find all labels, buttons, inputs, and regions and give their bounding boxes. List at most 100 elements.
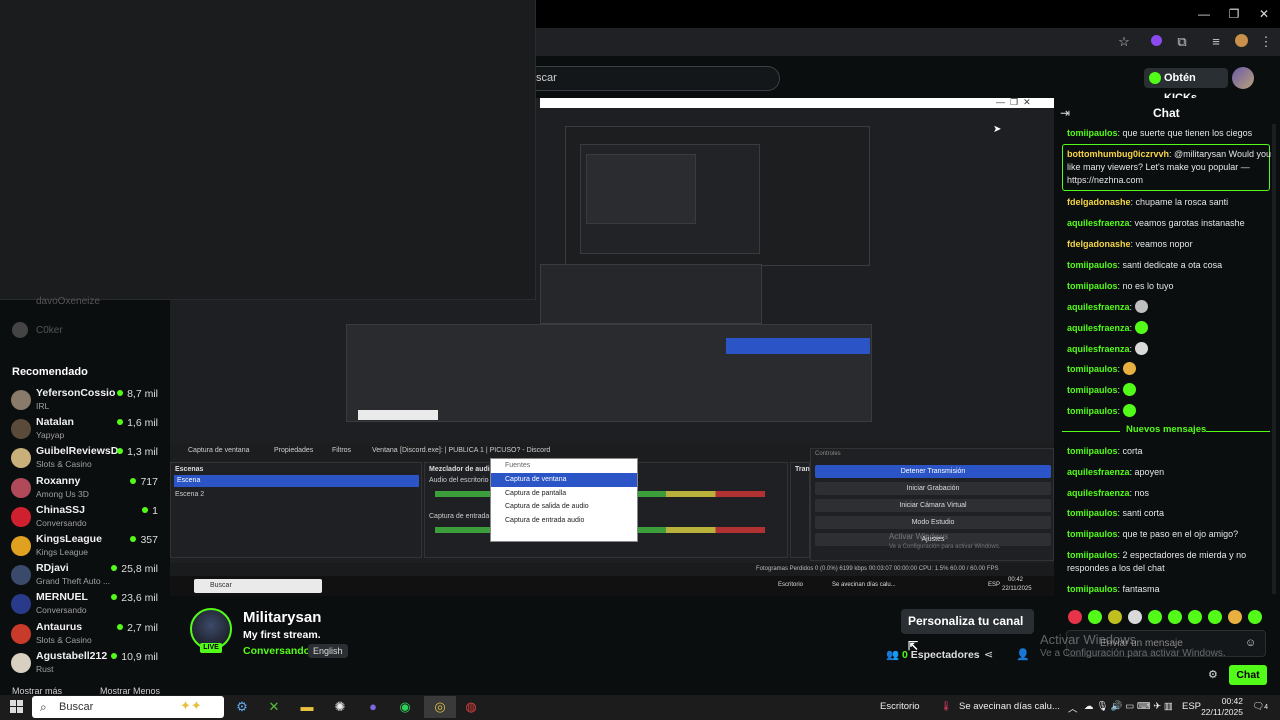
- chat-separator: :: [1129, 302, 1135, 312]
- close-button[interactable]: ✕: [1254, 6, 1274, 22]
- sidebar-channel-item[interactable]: ChinaSSJ Conversando 1: [0, 504, 170, 533]
- restore-button[interactable]: ❐: [1224, 6, 1244, 22]
- streamer-name[interactable]: Militarysan: [243, 609, 321, 626]
- chat-username[interactable]: tomiipaulos: [1067, 260, 1118, 270]
- get-kicks-button[interactable]: Obtén KICKs: [1144, 68, 1228, 104]
- sidebar-faded-item-1[interactable]: davoOxeneize: [36, 296, 100, 307]
- file-explorer-icon[interactable]: ▬: [298, 699, 316, 715]
- chat-username[interactable]: aquilesfraenza: [1067, 344, 1130, 354]
- sidebar-channel-item[interactable]: Agustabell212 Rust 10,9 mil: [0, 650, 170, 679]
- profile-avatar-icon[interactable]: [1233, 34, 1249, 50]
- chat-username[interactable]: aquilesfraenza: [1067, 302, 1130, 312]
- extension-purple-icon[interactable]: [1148, 34, 1164, 50]
- chat-username[interactable]: tomiipaulos: [1067, 385, 1118, 395]
- add-user-icon[interactable]: 👤: [1016, 648, 1030, 661]
- whatsapp-icon[interactable]: ◉: [396, 699, 414, 715]
- sidebar-channel-item[interactable]: Natalan Yapyap 1,6 mil: [0, 416, 170, 445]
- sidebar-channel-item[interactable]: KingsLeague Kings League 357: [0, 533, 170, 562]
- chat-username[interactable]: tomiipaulos: [1067, 364, 1118, 374]
- chat-username[interactable]: tomiipaulos: [1067, 508, 1118, 518]
- tray-icons[interactable]: ☁ 🎙 🔊 ▭ ⌨ ✈ ▥: [1084, 701, 1173, 712]
- search-input-text: scar: [536, 72, 557, 84]
- collapse-chat-icon[interactable]: ⇥: [1060, 106, 1070, 120]
- emote-icon[interactable]: [1148, 610, 1162, 624]
- notifications-icon[interactable]: 🗨4: [1252, 701, 1268, 712]
- channel-viewers-value: 25,8 mil: [121, 563, 158, 576]
- sidebar-channel-item[interactable]: Roxanny Among Us 3D 717: [0, 475, 170, 504]
- obs-tab-window: Ventana: [372, 447, 398, 454]
- obs-taskbar-icon[interactable]: ◍: [462, 699, 480, 715]
- chat-username[interactable]: aquilesfraenza: [1067, 218, 1130, 228]
- emote-icon[interactable]: [1068, 610, 1082, 624]
- minimize-button[interactable]: —: [1194, 6, 1214, 22]
- taskbar-search-placeholder: Buscar: [59, 701, 94, 713]
- channel-name: RDjavi: [36, 562, 69, 575]
- channel-name: Roxanny: [36, 474, 81, 487]
- discord-icon[interactable]: ●: [364, 699, 382, 715]
- sidebar-channel-item[interactable]: GuibelReviewsD... Slots & Casino 1,3 mil: [0, 445, 170, 474]
- sidebar-faded-item-2[interactable]: C0ker: [36, 325, 63, 336]
- chrome-menu-icon[interactable]: ⋮: [1258, 34, 1274, 50]
- chrome-taskbar-icon[interactable]: ◎: [424, 696, 456, 718]
- sidebar-channel-item[interactable]: RDjavi Grand Theft Auto ... 25,8 mil: [0, 562, 170, 591]
- preview-blue-bar: [726, 338, 870, 354]
- steam-icon[interactable]: ⚙: [233, 699, 251, 715]
- chat-username[interactable]: bottomhumbug0iczrvvh: [1067, 149, 1169, 159]
- chat-username[interactable]: aquilesfraenza: [1067, 323, 1130, 333]
- media-icon[interactable]: ≡: [1208, 34, 1224, 50]
- obs-mixer-header: Mezclador de audio: [429, 466, 494, 473]
- chat-username[interactable]: fdelgadonashe: [1067, 197, 1131, 207]
- obs-scenes-panel: Escenas Escena Escena 2: [170, 462, 422, 558]
- obs-tab-properties: Propiedades: [274, 447, 314, 454]
- sidebar-channel-item[interactable]: MERNUEL Conversando 23,6 mil: [0, 591, 170, 620]
- chat-send-button[interactable]: Chat: [1229, 665, 1267, 685]
- emote-icon[interactable]: [1168, 610, 1182, 624]
- emote-icon[interactable]: [1188, 610, 1202, 624]
- chat-username[interactable]: fdelgadonashe: [1067, 239, 1131, 249]
- emote-icon[interactable]: [1228, 610, 1242, 624]
- divider-line-right: [1206, 431, 1270, 432]
- emote-icon[interactable]: [1248, 610, 1262, 624]
- chat-username[interactable]: tomiipaulos: [1067, 406, 1118, 416]
- chat-username[interactable]: tomiipaulos: [1067, 529, 1118, 539]
- extensions-puzzle-icon[interactable]: ⧉: [1174, 34, 1190, 50]
- share-icon[interactable]: ⋖: [984, 648, 993, 661]
- inner-taskbar: Buscar Escritorio Se avecinan días calu.…: [170, 576, 1054, 596]
- stream-language-tag[interactable]: English: [308, 644, 348, 658]
- tray-chevron-icon[interactable]: ︿: [1068, 701, 1078, 715]
- chat-settings-icon[interactable]: ⚙: [1208, 668, 1218, 681]
- chat-username[interactable]: tomiipaulos: [1067, 550, 1118, 560]
- chat-username[interactable]: tomiipaulos: [1067, 446, 1118, 456]
- live-dot-icon: [142, 506, 149, 513]
- bookmark-star-icon[interactable]: ☆: [1116, 34, 1132, 50]
- chat-username[interactable]: tomiipaulos: [1067, 128, 1118, 138]
- obs-scene-2: Escena 2: [175, 491, 205, 498]
- channel-viewers-value: 1: [152, 504, 158, 517]
- chat-emote-icon: [1134, 321, 1148, 334]
- chat-username[interactable]: tomiipaulos: [1067, 584, 1118, 594]
- emote-icon[interactable]: [1128, 610, 1142, 624]
- chat-scrollbar[interactable]: [1272, 124, 1276, 594]
- emote-icon[interactable]: [1208, 610, 1222, 624]
- sidebar-channel-item[interactable]: Antaurus Slots & Casino 2,7 mil: [0, 621, 170, 650]
- xbox-icon[interactable]: ✕: [265, 699, 283, 715]
- emote-icon[interactable]: [1108, 610, 1122, 624]
- emoji-icon[interactable]: ☺: [1245, 637, 1256, 649]
- chat-message: fdelgadonashe: veamos nopor: [1067, 238, 1273, 251]
- chat-username[interactable]: aquilesfraenza: [1067, 488, 1130, 498]
- chat-username[interactable]: tomiipaulos: [1067, 281, 1118, 291]
- chatgpt-icon[interactable]: ✺: [331, 699, 349, 715]
- sidebar-channel-item[interactable]: YefersonCossio IRL 8,7 mil: [0, 387, 170, 416]
- chat-text: veamos garotas instanashe: [1134, 218, 1245, 228]
- taskbar-language[interactable]: ESP: [1182, 701, 1201, 712]
- windows-start-icon[interactable]: [10, 700, 24, 714]
- emote-icon[interactable]: [1088, 610, 1102, 624]
- stream-category[interactable]: Conversando: [243, 645, 310, 657]
- channel-viewers: 1,3 mil: [117, 446, 158, 458]
- taskbar-weather[interactable]: Se avecinan días calu...: [959, 701, 1060, 712]
- customize-channel-button[interactable]: Personaliza tu canal ⇱: [901, 609, 1034, 653]
- taskbar-escritorio[interactable]: Escritorio: [880, 701, 920, 712]
- taskbar-clock[interactable]: 00:42 22/11/2025: [1201, 696, 1243, 718]
- user-avatar[interactable]: [1232, 67, 1254, 89]
- chat-username[interactable]: aquilesfraenza: [1067, 467, 1130, 477]
